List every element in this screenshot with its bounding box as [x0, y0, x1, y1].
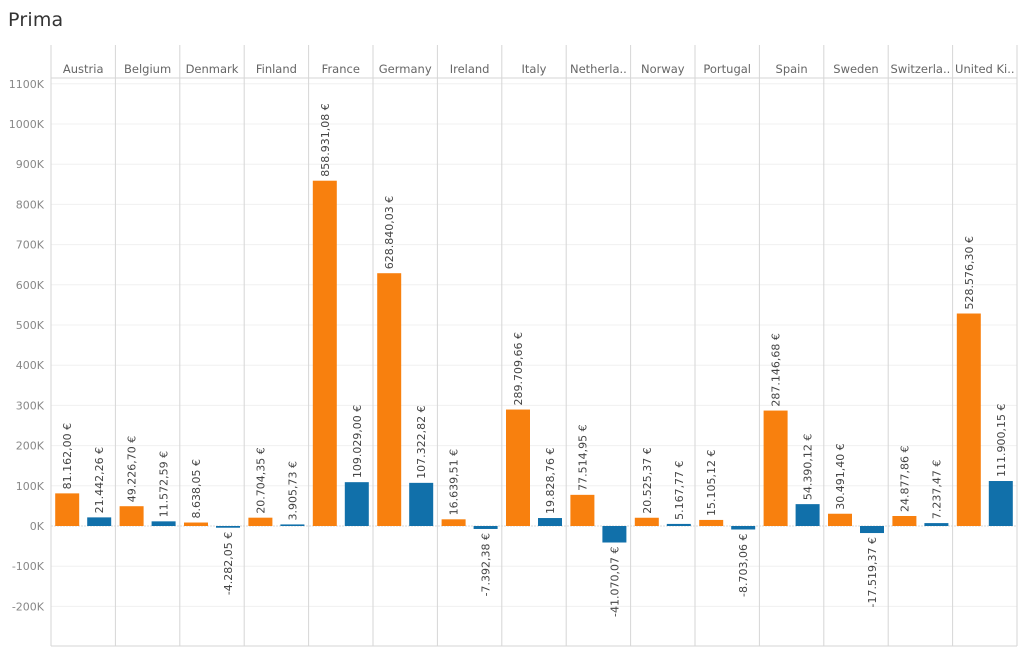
y-tick-label: 200K [16, 440, 45, 453]
y-tick-label: 700K [16, 239, 45, 252]
data-label: 54.390,12 € [802, 434, 815, 500]
bar-series1 [634, 517, 659, 526]
data-label: 111.900,15 € [995, 404, 1008, 477]
bar-series1 [119, 506, 144, 526]
bar-series1 [828, 513, 852, 526]
category-header: Finland [256, 62, 297, 76]
bar-series2 [87, 517, 112, 526]
y-tick-label: 100K [16, 480, 45, 493]
data-label: 3.905,73 € [286, 461, 299, 520]
bar-series2 [988, 481, 1013, 526]
bar-series1 [377, 273, 402, 526]
category-header: Netherla.. [570, 62, 627, 76]
data-label: 858.931,08 € [319, 103, 332, 176]
category-header: United Ki.. [955, 62, 1015, 76]
data-label: 628.840,03 € [383, 196, 396, 269]
data-label: 16.639,51 € [448, 449, 461, 515]
data-label: -41.070,07 € [608, 547, 621, 617]
data-label: -17.519,37 € [866, 537, 879, 607]
bar-series1 [312, 180, 337, 526]
category-header: Austria [63, 62, 104, 76]
bar-series2 [280, 524, 305, 526]
data-label: 5.167,77 € [673, 460, 686, 519]
bar-series2 [924, 523, 949, 526]
category-header: Italy [522, 62, 547, 76]
y-tick-label: 300K [16, 399, 45, 412]
category-header: Belgium [124, 62, 171, 76]
y-tick-label: -200K [12, 600, 45, 613]
bar-series2 [731, 526, 756, 530]
bar-series2 [151, 521, 176, 526]
y-tick-label: 500K [16, 319, 45, 332]
bar-series2 [473, 526, 498, 529]
data-label: 24.877,86 € [898, 446, 911, 512]
y-tick-label: 0K [30, 520, 45, 533]
y-tick-label: -100K [12, 560, 45, 573]
data-label: 81.162,00 € [61, 423, 74, 489]
bar-series2 [666, 523, 691, 526]
y-tick-label: 800K [16, 198, 45, 211]
bar-series2 [795, 504, 820, 526]
bar-series2 [538, 518, 562, 526]
data-label: 21.442,26 € [93, 447, 106, 513]
bar-series2 [602, 526, 627, 543]
bar-series1 [956, 313, 981, 526]
data-label: 7.237,47 € [930, 460, 943, 519]
data-label: 30.491,40 € [834, 443, 847, 509]
category-header: Spain [776, 62, 808, 76]
category-header: Germany [379, 62, 432, 76]
data-label: 107.322,82 € [415, 405, 428, 478]
bar-series1 [570, 494, 595, 526]
data-label: 11.572,59 € [158, 451, 171, 517]
bar-series1 [892, 515, 917, 526]
bar-series1 [763, 410, 788, 526]
y-tick-label: 1000K [9, 118, 45, 131]
data-label: 8.638,05 € [190, 459, 203, 518]
data-label: 19.828,76 € [544, 448, 557, 514]
bar-series1 [248, 517, 273, 526]
data-label: 109.029,00 € [351, 405, 364, 478]
data-label: -7.392,38 € [480, 533, 493, 596]
bar-series1 [699, 519, 724, 526]
bar-series2 [409, 482, 434, 526]
data-label: 20.525,37 € [641, 447, 654, 513]
data-label: 49.226,70 € [126, 436, 139, 502]
bar-series1 [441, 519, 466, 526]
data-label: 20.704,35 € [254, 447, 267, 513]
y-tick-label: 400K [16, 359, 45, 372]
bar-series2 [860, 526, 884, 534]
bar-series2 [216, 526, 240, 528]
category-header: Portugal [703, 62, 751, 76]
data-label: 287.146,68 € [770, 333, 783, 406]
category-header: Switzerla.. [890, 62, 950, 76]
data-label: 77.514,95 € [576, 424, 589, 490]
data-label: 15.105,12 € [705, 449, 718, 515]
bar-chart: 1100K 1000K 900K 800K 700K 600K 500K 400K 300K 20… [9, 45, 1018, 647]
data-label: 289.709,66 € [512, 332, 525, 405]
category-header: Denmark [186, 62, 239, 76]
category-header: Ireland [450, 62, 490, 76]
data-label: 528.576,30 € [963, 236, 976, 309]
category-header: France [322, 62, 360, 76]
bar-series1 [506, 409, 530, 526]
data-label: -8.703,06 € [737, 533, 750, 596]
y-tick-label: 900K [16, 158, 45, 171]
bar-series1 [184, 522, 208, 526]
y-tick-label: 600K [16, 279, 45, 292]
bar-series1 [55, 493, 80, 526]
data-label: -4.282,05 € [222, 532, 235, 595]
category-header: Norway [641, 62, 685, 76]
category-header: Sweden [833, 62, 878, 76]
y-tick-label: 1100K [9, 78, 45, 91]
bar-series2 [344, 482, 369, 526]
